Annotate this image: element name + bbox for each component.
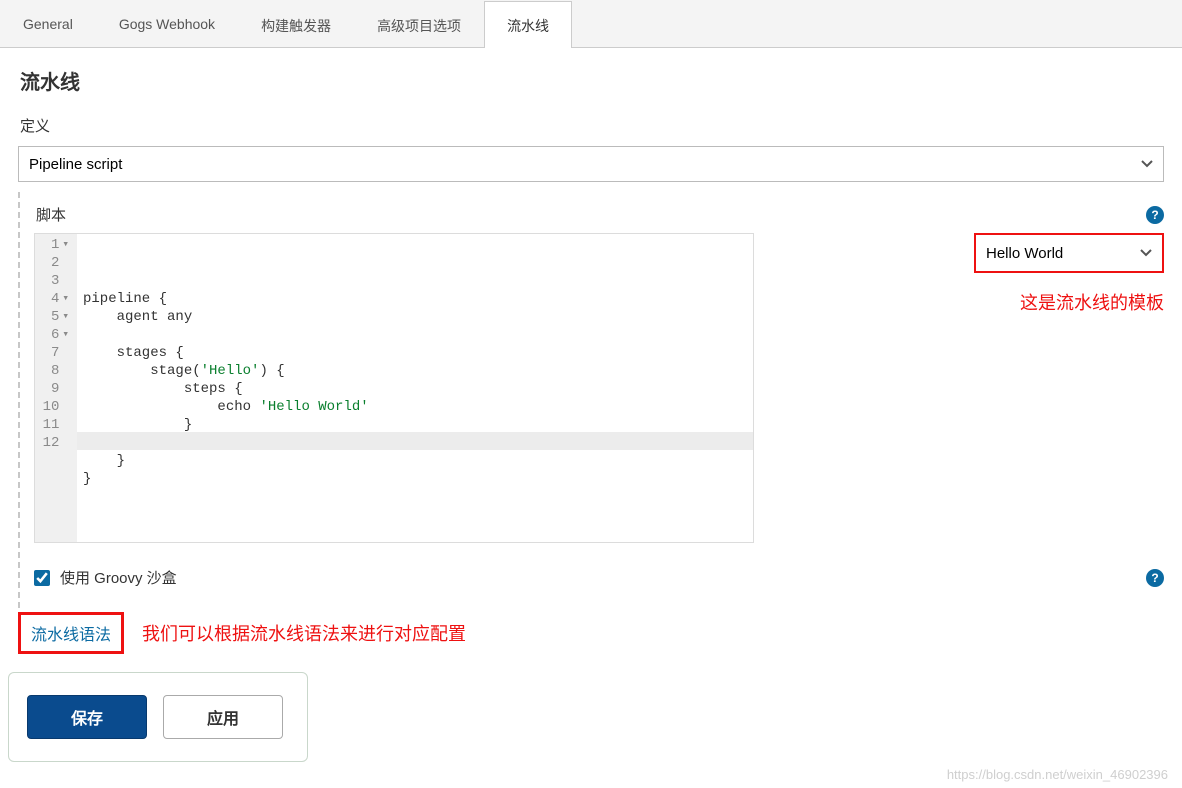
- tab-pipeline[interactable]: 流水线: [484, 1, 572, 48]
- groovy-sandbox-label: 使用 Groovy 沙盒: [60, 567, 177, 588]
- editor-code[interactable]: pipeline { agent any stages { stage('Hel…: [77, 234, 753, 542]
- pipeline-template-select[interactable]: Hello World: [974, 233, 1164, 273]
- script-editor[interactable]: 1 ▾2 3 4 ▾5 ▾6 ▾7 8 9 10 11 12 pipeline …: [34, 233, 754, 543]
- pipeline-syntax-link[interactable]: 流水线语法: [18, 612, 124, 654]
- tab-gogs-webhook[interactable]: Gogs Webhook: [96, 1, 238, 48]
- save-button[interactable]: 保存: [27, 695, 147, 739]
- script-section: 脚本 ? 1 ▾2 3 4 ▾5 ▾6 ▾7 8 9 10 11 12 pipe…: [18, 192, 1182, 608]
- script-label: 脚本: [36, 204, 66, 225]
- groovy-sandbox-checkbox[interactable]: [34, 570, 50, 586]
- editor-gutter: 1 ▾2 3 4 ▾5 ▾6 ▾7 8 9 10 11 12: [35, 234, 77, 542]
- help-icon-sandbox[interactable]: ?: [1146, 569, 1164, 587]
- watermark: https://blog.csdn.net/weixin_46902396: [947, 767, 1168, 782]
- apply-button[interactable]: 应用: [163, 695, 283, 739]
- syntax-annotation: 我们可以根据流水线语法来进行对应配置: [142, 620, 466, 646]
- config-tabs: General Gogs Webhook 构建触发器 高级项目选项 流水线: [0, 0, 1182, 48]
- tab-general[interactable]: General: [0, 1, 96, 48]
- help-icon-script[interactable]: ?: [1146, 206, 1164, 224]
- tab-advanced-options[interactable]: 高级项目选项: [354, 1, 484, 48]
- section-title: 流水线: [0, 48, 1182, 101]
- editor-current-line-highlight: [77, 432, 753, 450]
- action-bar: 保存 应用: [8, 672, 308, 762]
- definition-select[interactable]: Pipeline script: [18, 146, 1164, 182]
- tab-build-triggers[interactable]: 构建触发器: [238, 1, 354, 48]
- definition-label: 定义: [0, 101, 1182, 146]
- template-annotation: 这是流水线的模板: [964, 289, 1164, 315]
